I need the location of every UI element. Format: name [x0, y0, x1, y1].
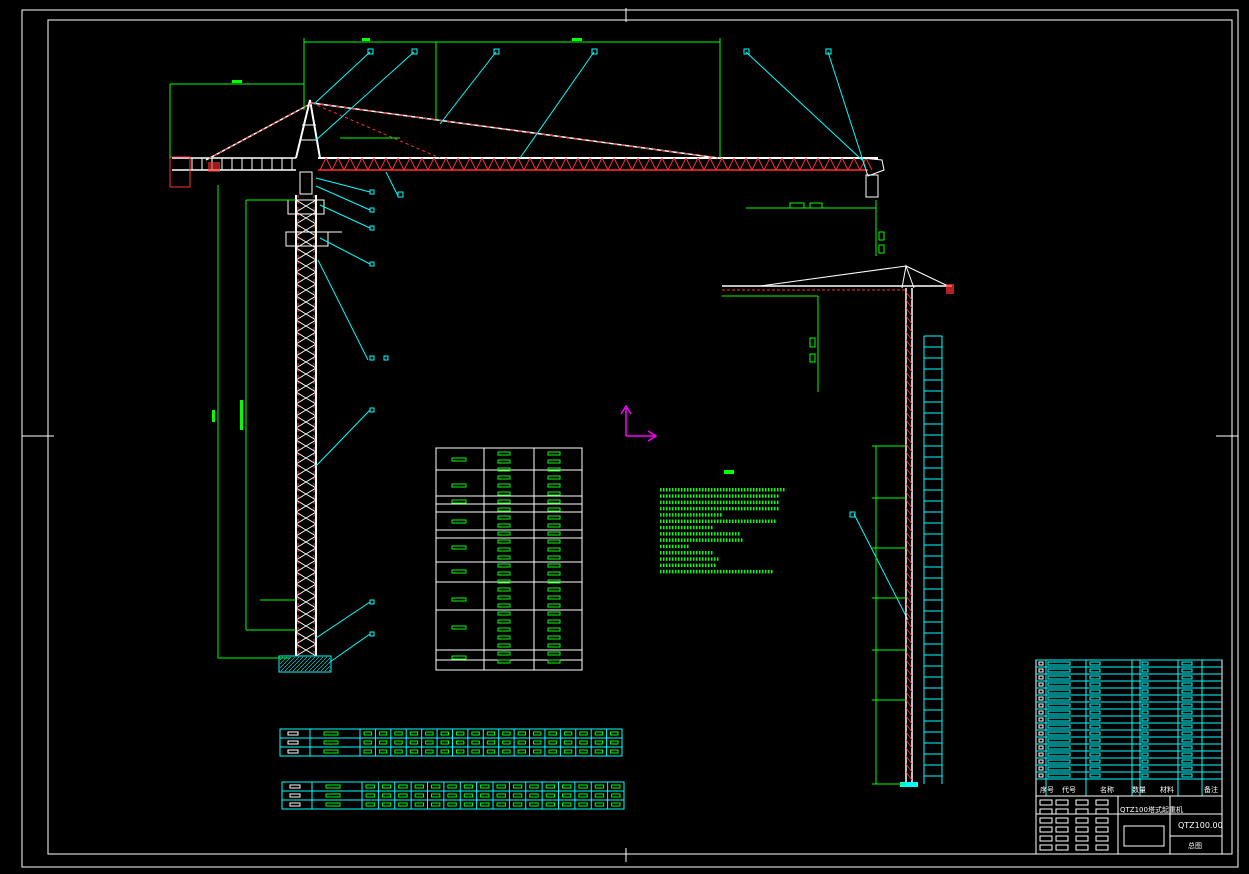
main-jib	[318, 157, 885, 198]
secondary-tower-crane	[722, 264, 954, 787]
title-block: 序号 代号 名称 数量 材料 备注 QTZ100塔式起重机 QTZ100.00 …	[1035, 659, 1223, 855]
bom-header-material: 材料	[1160, 785, 1174, 794]
load-chart-1	[279, 728, 623, 757]
secondary-crane-dimensions	[722, 295, 906, 785]
ucs-icon	[620, 404, 658, 442]
bom-header-qty: 数量	[1132, 785, 1146, 794]
counter-jib	[169, 156, 296, 188]
bom-header-name: 名称	[1100, 785, 1114, 794]
bom-header-remark: 备注	[1204, 785, 1218, 794]
callout-bubbles	[367, 48, 856, 637]
sheet-note: 总图	[1188, 841, 1202, 850]
drawing-number: QTZ100.00	[1178, 821, 1223, 830]
technical-notes	[660, 488, 785, 574]
bom-table	[1036, 659, 1222, 796]
cad-drawing-canvas: 序号 代号 名称 数量 材料 备注 QTZ100塔式起重机 QTZ100.00 …	[21, 8, 1239, 868]
tower-mast	[295, 195, 317, 657]
parameter-table	[435, 447, 583, 671]
tower-head	[205, 99, 719, 161]
height-scale	[923, 335, 943, 784]
main-tower-crane	[169, 99, 885, 673]
counterweight	[208, 162, 220, 172]
bom-header-code: 代号	[1062, 785, 1076, 794]
bom-header-index: 序号	[1040, 785, 1054, 794]
sheet-frame	[21, 8, 1239, 868]
drawing-title: QTZ100塔式起重机	[1120, 805, 1183, 814]
load-chart-2	[281, 781, 625, 810]
